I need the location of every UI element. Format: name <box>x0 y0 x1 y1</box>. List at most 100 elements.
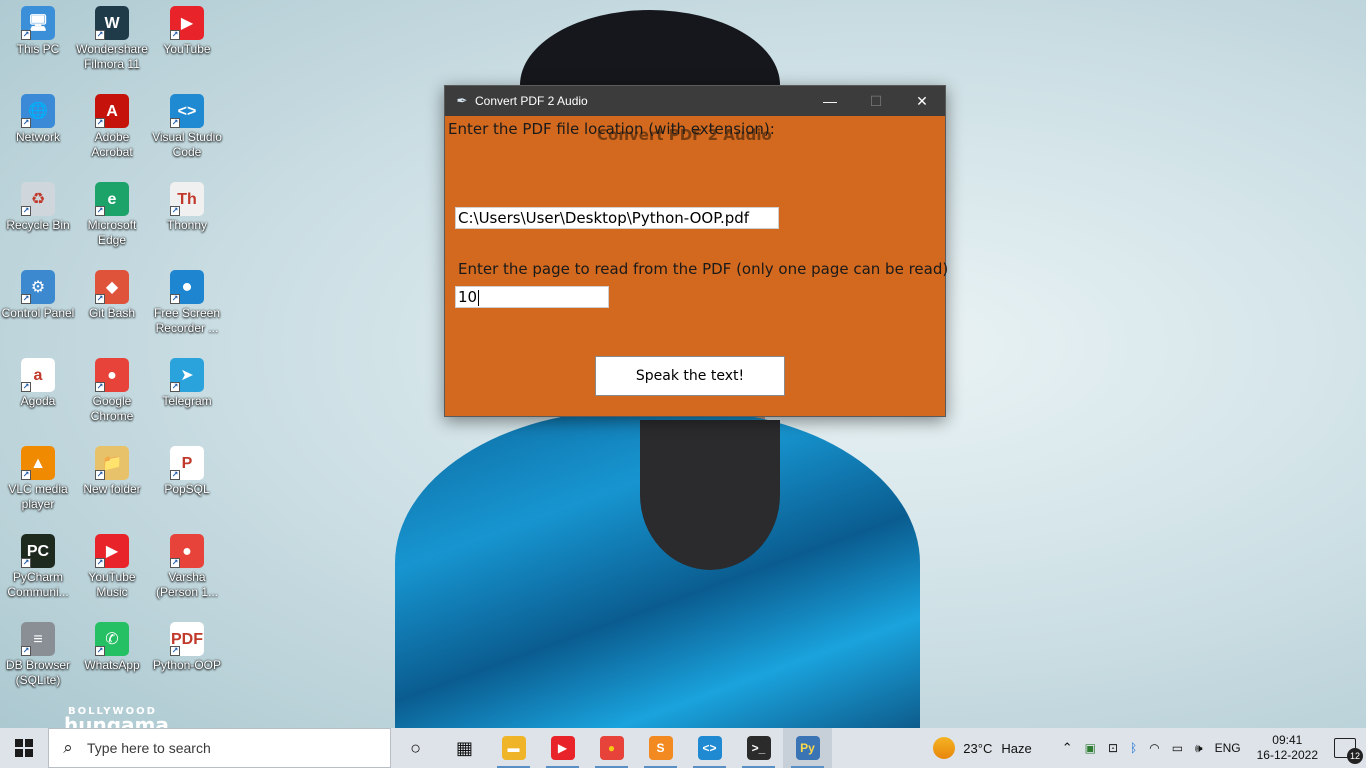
desktop-icon-edge[interactable]: e ↗ Microsoft Edge <box>74 182 150 248</box>
git-bash-icon: ◆ ↗ <box>95 270 129 304</box>
desktop-icon-network[interactable]: 🌐 ↗ Network <box>0 94 76 145</box>
vlc-icon: ▲ ↗ <box>21 446 55 480</box>
taskbar-vscode-button[interactable]: <> <box>685 728 734 768</box>
shortcut-arrow-icon: ↗ <box>95 382 105 392</box>
shortcut-arrow-icon: ↗ <box>21 294 31 304</box>
start-button[interactable] <box>0 728 48 768</box>
youtube-music-icon: ▶ ↗ <box>95 534 129 568</box>
shortcut-arrow-icon: ↗ <box>21 118 31 128</box>
db-browser-icon: ≡ ↗ <box>21 622 55 656</box>
youtube-music-icon: ▶ <box>550 736 575 760</box>
desktop-icon-label: Visual Studio Code <box>152 130 222 159</box>
battery-icon[interactable]: ▭ <box>1166 741 1189 755</box>
sublime-text-icon: S <box>648 736 673 760</box>
desktop-icon-recycle-bin[interactable]: ♻ ↗ Recycle Bin <box>0 182 76 233</box>
page-number-value: 10 <box>458 288 478 306</box>
shortcut-arrow-icon: ↗ <box>170 382 180 392</box>
file-location-input[interactable]: C:\Users\User\Desktop\Python-OOP.pdf <box>455 207 779 229</box>
pdf-audio-window: ✒ Convert PDF 2 Audio — ☐ ✕ Convert PDF … <box>444 85 948 417</box>
shortcut-arrow-icon: ↗ <box>21 470 31 480</box>
terminal-icon: >_ <box>746 736 771 760</box>
desktop-icon-label: DB Browser (SQLite) <box>5 658 70 687</box>
minimize-button[interactable]: — <box>807 86 853 116</box>
haze-weather-icon <box>933 737 956 759</box>
desktop-icon-label: PyCharm Communi... <box>7 570 69 599</box>
wifi-icon[interactable]: ◠ <box>1143 741 1165 755</box>
pdf-file-icon: PDF ↗ <box>170 622 204 656</box>
wallpaper-shirt <box>640 420 780 570</box>
network-icon: 🌐 ↗ <box>21 94 55 128</box>
widgets-icon: ▦ <box>455 737 473 758</box>
window-titlebar[interactable]: ✒ Convert PDF 2 Audio — ☐ ✕ <box>445 86 945 116</box>
desktop-icon-youtube-music[interactable]: ▶ ↗ YouTube Music <box>74 534 150 600</box>
acrobat-icon: A ↗ <box>95 94 129 128</box>
volume-icon[interactable]: 🕪 <box>1189 741 1209 756</box>
desktop-icon-db-browser[interactable]: ≡ ↗ DB Browser (SQLite) <box>0 622 76 688</box>
shortcut-arrow-icon: ↗ <box>170 118 180 128</box>
desktop-icon-vscode[interactable]: <> ↗ Visual Studio Code <box>149 94 225 160</box>
chevron-up-icon[interactable]: ⌃ <box>1056 740 1079 756</box>
taskbar-file-explorer-button[interactable]: ▬ <box>489 728 538 768</box>
clock[interactable]: 09:41 16-12-2022 <box>1247 733 1328 763</box>
shortcut-arrow-icon: ↗ <box>95 470 105 480</box>
desktop-icon-label: Python-OOP <box>152 658 222 672</box>
notification-count-badge: 12 <box>1347 748 1363 764</box>
notification-center-icon[interactable]: 12 <box>1334 738 1363 764</box>
weather-desc: Haze <box>1001 740 1032 756</box>
desktop-icon-control-panel[interactable]: ⚙ ↗ Control Panel <box>0 270 76 321</box>
desktop-icon-popsql[interactable]: P ↗ PopSQL <box>149 446 225 497</box>
desktop-icon-label: Recycle Bin <box>6 218 70 232</box>
desktop-icon-whatsapp[interactable]: ✆ ↗ WhatsApp <box>74 622 150 673</box>
taskbar-widgets-button[interactable]: ▦ <box>440 728 489 768</box>
page-number-input[interactable]: 10 <box>455 286 609 308</box>
shortcut-arrow-icon: ↗ <box>21 382 31 392</box>
file-location-value: C:\Users\User\Desktop\Python-OOP.pdf <box>458 209 750 227</box>
search-placeholder: Type here to search <box>87 740 211 756</box>
desktop-icon-filmora[interactable]: W ↗ Wondershare Filmora 11 <box>74 6 150 72</box>
desktop-icon-label: This PC <box>16 42 60 56</box>
desktop-icon-label: PopSQL <box>164 482 210 496</box>
file-explorer-icon: ▬ <box>501 736 526 760</box>
task-view-icon: ○ <box>410 737 421 758</box>
desktop-icon-vlc[interactable]: ▲ ↗ VLC media player <box>0 446 76 512</box>
shortcut-arrow-icon: ↗ <box>95 30 105 40</box>
desktop-icon-pdf-file[interactable]: PDF ↗ Python-OOP <box>149 622 225 673</box>
desktop-icon-screen-recorder[interactable]: ⏺ ↗ Free Screen Recorder ... <box>149 270 225 336</box>
edge-icon: e ↗ <box>95 182 129 216</box>
desktop-icon-label: VLC media player <box>8 482 68 511</box>
desktop-icon-youtube[interactable]: ▶ ↗ YouTube <box>149 6 225 57</box>
weather-temp: 23°C <box>963 740 993 756</box>
weather-widget[interactable]: 23°C Haze <box>927 737 1055 759</box>
desktop-icon-git-bash[interactable]: ◆ ↗ Git Bash <box>74 270 150 321</box>
taskbar-terminal-button[interactable]: >_ <box>734 728 783 768</box>
taskbar-chrome-button[interactable]: ● <box>587 728 636 768</box>
taskbar-python-button[interactable]: Py <box>783 728 832 768</box>
taskbar-task-view-button[interactable]: ○ <box>391 728 440 768</box>
desktop-icon-thonny[interactable]: Th ↗ Thonny <box>149 182 225 233</box>
taskbar-youtube-music-button[interactable]: ▶ <box>538 728 587 768</box>
desktop-icon-agoda[interactable]: a ↗ Agoda <box>0 358 76 409</box>
desktop-icon-chrome[interactable]: ● ↗ Google Chrome <box>74 358 150 424</box>
bluetooth-icon[interactable]: ᛒ <box>1124 741 1143 755</box>
desktop-icon-label: Thonny <box>166 218 208 232</box>
desktop-icon-pycharm[interactable]: PC ↗ PyCharm Communi... <box>0 534 76 600</box>
meet-now-icon[interactable]: ⊡ <box>1102 741 1124 755</box>
security-icon[interactable]: ▣ <box>1079 741 1102 755</box>
language-indicator[interactable]: ENG <box>1209 741 1247 755</box>
maximize-button[interactable]: ☐ <box>853 86 899 116</box>
window-client-area: Convert PDF 2 Audio Enter the PDF file l… <box>445 116 948 416</box>
desktop-icon-acrobat[interactable]: A ↗ Adobe Acrobat <box>74 94 150 160</box>
desktop-icon-chrome-profile[interactable]: ● ↗ Varsha (Person 1... <box>149 534 225 600</box>
desktop-icon-folder[interactable]: 📁 ↗ New folder <box>74 446 150 497</box>
desktop-icon-telegram[interactable]: ➤ ↗ Telegram <box>149 358 225 409</box>
shortcut-arrow-icon: ↗ <box>21 558 31 568</box>
taskbar-search-box[interactable]: ⌕ Type here to search <box>48 728 391 768</box>
desktop-icon-computer[interactable]: 🖥 ↗ This PC <box>0 6 76 57</box>
speak-text-button[interactable]: Speak the text! <box>595 356 785 396</box>
chrome-icon: ● ↗ <box>95 358 129 392</box>
recycle-bin-icon: ♻ ↗ <box>21 182 55 216</box>
taskbar-sublime-text-button[interactable]: S <box>636 728 685 768</box>
close-button[interactable]: ✕ <box>899 86 945 116</box>
shortcut-arrow-icon: ↗ <box>21 646 31 656</box>
feather-icon: ✒ <box>456 93 468 108</box>
